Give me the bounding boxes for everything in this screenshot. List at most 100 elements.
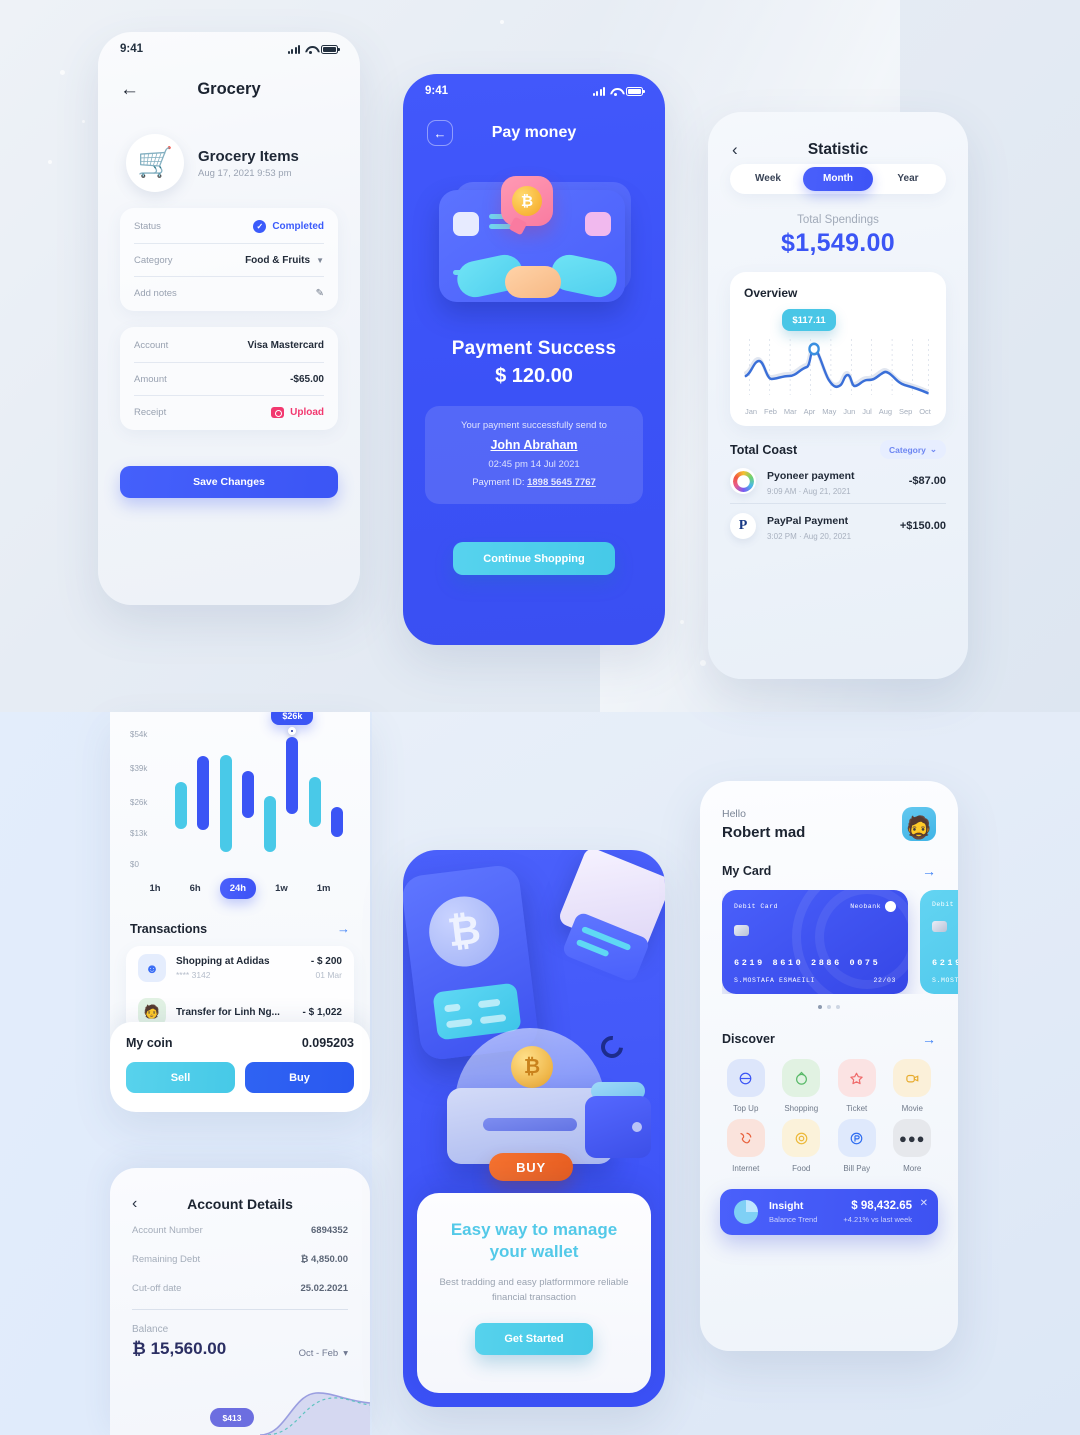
close-icon[interactable]: ✕ — [920, 1198, 928, 1209]
row-value: Visa Mastercard — [247, 340, 324, 351]
wifi-icon — [305, 45, 316, 54]
upload-link[interactable]: Upload — [290, 407, 324, 418]
carousel-dots[interactable] — [700, 1005, 958, 1009]
chart-tooltip: $413 — [210, 1408, 254, 1427]
avatar[interactable]: 🧔 — [902, 807, 936, 841]
carousel-dot-2[interactable] — [827, 1005, 831, 1009]
candle-4[interactable] — [241, 730, 255, 854]
range-24h[interactable]: 24h — [219, 878, 257, 899]
card-number: 6219 8610 2886 0075 — [734, 958, 881, 968]
insight-card[interactable]: Insight Balance Trend $ 98,432.65 +4.21%… — [720, 1189, 938, 1235]
discover-item-billpay[interactable]: Bill Pay — [829, 1119, 885, 1173]
table-row[interactable]: Pyoneer payment 9:09 AM · Aug 21, 2021 -… — [730, 459, 946, 503]
transaction-meta: 9:09 AM · Aug 21, 2021 — [767, 487, 851, 496]
candle-2[interactable] — [196, 730, 210, 854]
pie-chart-icon — [734, 1200, 758, 1224]
my-card-title: My Card — [722, 864, 772, 878]
time-range-selector[interactable]: 1h 6h 24h 1w 1m — [110, 878, 370, 899]
chevron-down-icon[interactable]: ▼ — [316, 256, 324, 265]
buy-button[interactable]: Buy — [245, 1062, 354, 1093]
balance-value: ₿ 15,560.00 — [132, 1339, 227, 1358]
x-tick: Mar — [783, 407, 797, 416]
tab-year[interactable]: Year — [873, 167, 943, 191]
date-range-selector[interactable]: Oct - Feb ▾ — [299, 1348, 348, 1359]
row-status[interactable]: Status ✓ Completed — [134, 210, 324, 243]
carousel-dot-1[interactable] — [818, 1005, 822, 1009]
row-value[interactable]: Upload — [271, 406, 324, 418]
candle-7[interactable] — [308, 730, 322, 854]
row-category[interactable]: Category Food & Fruits ▼ — [134, 243, 324, 276]
category-filter-button[interactable]: Category ⌄ — [880, 440, 946, 459]
list-item[interactable]: ☻ Shopping at Adidas **** 3142 - $ 200 0… — [138, 946, 342, 990]
discover-item-more[interactable]: ●●● More — [885, 1119, 941, 1173]
discover-item-ticket[interactable]: Ticket — [829, 1059, 885, 1113]
arrow-right-icon[interactable]: → — [922, 1031, 936, 1047]
candle-8[interactable] — [330, 730, 344, 854]
overview-line-chart — [744, 333, 932, 401]
discover-item-movie[interactable]: Movie — [885, 1059, 941, 1113]
overview-chart-card: Overview $117.11 Jan Feb Mar Apr May Jun… — [730, 272, 946, 426]
grocery-item-date: Aug 17, 2021 9:53 pm — [198, 167, 292, 179]
discover-item-topup[interactable]: Top Up — [718, 1059, 774, 1113]
card-chip-icon — [932, 921, 947, 932]
discover-item-internet[interactable]: Internet — [718, 1119, 774, 1173]
shopping-icon — [782, 1059, 821, 1097]
x-tick: Oct — [919, 407, 931, 416]
arrow-right-icon[interactable]: → — [922, 863, 936, 879]
back-icon[interactable]: ← — [120, 80, 139, 99]
table-row[interactable]: P PayPal Payment 3:02 PM · Aug 20, 2021 … — [730, 503, 946, 547]
discover-item-food[interactable]: Food — [774, 1119, 830, 1173]
page-title: Account Details — [187, 1196, 293, 1212]
continue-shopping-button[interactable]: Continue Shopping — [453, 542, 615, 575]
row-value: ₿ 4,850.00 — [300, 1254, 348, 1265]
receipt-line-1: Your payment successfully send to — [461, 420, 607, 431]
ticket-icon — [837, 1059, 876, 1097]
status-bar: 9:41 — [403, 74, 665, 108]
candle-1[interactable] — [174, 730, 188, 854]
discover-label: Internet — [732, 1164, 760, 1173]
range-1h[interactable]: 1h — [140, 878, 171, 899]
arrow-right-icon[interactable]: → — [337, 921, 350, 936]
discover-item-shopping[interactable]: Shopping — [774, 1059, 830, 1113]
battery-icon — [321, 44, 340, 54]
row-label: Remaining Debt — [132, 1254, 201, 1265]
receipt-datetime: 02:45 pm 14 Jul 2021 — [488, 459, 580, 470]
row-receipt[interactable]: Receipt Upload — [134, 395, 324, 428]
candle-6[interactable]: $26k — [271, 712, 314, 854]
page-title: Statistic — [807, 141, 869, 158]
credit-card-secondary[interactable]: Debit Card 6219 8610 2886 0075 S.MOSTAFA… — [920, 890, 958, 994]
signal-icon — [593, 86, 605, 96]
grocery-navbar: ← Grocery — [98, 66, 360, 112]
credit-card-primary[interactable]: Debit Card Neobank 6219 8610 2886 0075 S… — [722, 890, 908, 994]
transaction-name: Transfer for Linh Ng... — [176, 1006, 280, 1018]
transaction-amount: -$87.00 — [908, 475, 946, 487]
range-1w[interactable]: 1w — [265, 878, 298, 899]
row-add-notes[interactable]: Add notes ✎ — [134, 276, 324, 309]
buy-button[interactable]: BUY — [489, 1153, 573, 1181]
carousel-dot-3[interactable] — [836, 1005, 840, 1009]
user-name: Robert mad — [722, 823, 806, 841]
discover-title: Discover — [722, 1032, 775, 1046]
range-6h[interactable]: 6h — [180, 878, 211, 899]
row-account[interactable]: Account Visa Mastercard — [134, 329, 324, 362]
card-carousel[interactable]: Debit Card Neobank 6219 8610 2886 0075 S… — [722, 890, 958, 994]
onboarding-paragraph: Best tradding and easy platformmore reli… — [439, 1276, 629, 1304]
get-started-button[interactable]: Get Started — [475, 1323, 593, 1356]
account-navbar: ‹ Account Details — [110, 1168, 370, 1216]
card-type: Debit Card — [734, 903, 779, 910]
save-changes-button[interactable]: Save Changes — [120, 466, 338, 498]
tab-month[interactable]: Month — [803, 167, 873, 191]
sell-button[interactable]: Sell — [126, 1062, 235, 1093]
candle-5[interactable] — [263, 730, 277, 854]
candle-3[interactable] — [219, 730, 233, 854]
total-coast-title: Total Coast — [730, 442, 798, 457]
card-holder: S.MOSTAFA ESMAEILI — [734, 977, 816, 984]
tab-week[interactable]: Week — [733, 167, 803, 191]
bitcoin-coin-icon: ₿ — [511, 1046, 553, 1088]
insight-delta: +4.21% vs last week — [843, 1215, 912, 1224]
period-segmented-control[interactable]: Week Month Year — [730, 164, 946, 194]
transaction-name: Shopping at Adidas — [176, 956, 270, 967]
range-1m[interactable]: 1m — [307, 878, 341, 899]
pencil-icon[interactable]: ✎ — [316, 288, 324, 299]
x-tick: Jun — [843, 407, 856, 416]
